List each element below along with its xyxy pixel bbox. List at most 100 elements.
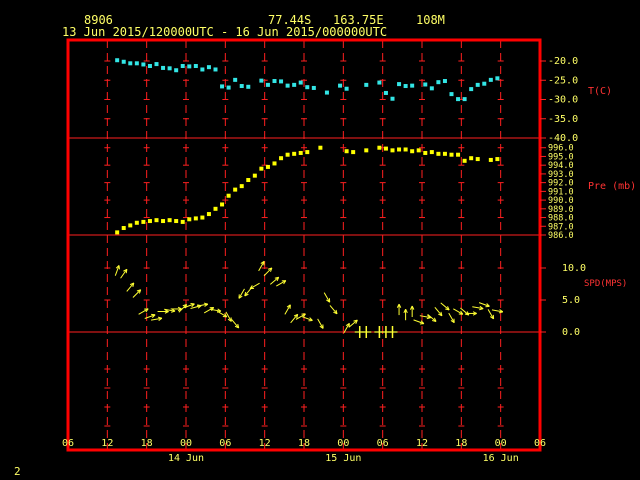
pressure-point — [121, 226, 126, 231]
temperature-point — [167, 66, 172, 71]
wind-vector — [126, 282, 135, 292]
temperature-point — [495, 76, 500, 81]
wind-tick-label: 5.0 — [562, 295, 580, 306]
pressure-point — [397, 147, 402, 152]
wind-vector-head — [479, 308, 484, 311]
wind-vector — [348, 319, 358, 328]
temp-tick-label: -20.0 — [548, 56, 578, 67]
pressure-point — [252, 173, 257, 178]
temperature-point — [279, 79, 284, 84]
wind-vector-head — [426, 317, 431, 320]
pressure-point — [147, 219, 152, 224]
pressure-point — [416, 148, 421, 153]
pressure-point — [141, 219, 146, 224]
wind-vector — [217, 310, 228, 318]
pressure-point — [180, 219, 185, 224]
x-tick-label: 12 — [101, 438, 113, 449]
x-tick-label: 06 — [62, 438, 74, 449]
temperature-point — [147, 64, 152, 69]
wind-vector — [203, 306, 215, 314]
wind-vector — [317, 318, 324, 329]
temperature-point — [233, 77, 238, 82]
temperature-point — [449, 92, 454, 97]
temperature-point — [272, 79, 277, 84]
temperature-point — [161, 65, 166, 70]
wind-vector — [323, 292, 331, 303]
temperature-point — [259, 78, 264, 83]
wind-vector — [114, 265, 120, 276]
wind-vector — [263, 267, 273, 277]
temperature-point — [121, 59, 126, 64]
temperature-point — [115, 58, 120, 63]
pressure-point — [318, 145, 323, 150]
pressure-point — [410, 149, 415, 154]
pressure-point — [488, 157, 493, 162]
x-tick-label: 06 — [377, 438, 389, 449]
pressure-point — [128, 223, 133, 228]
temperature-point — [462, 97, 467, 102]
wind-vector — [409, 305, 415, 318]
pressure-point — [161, 219, 166, 224]
pressure-point — [246, 178, 251, 183]
pressure-point — [292, 151, 297, 156]
wind-vector — [258, 260, 265, 272]
x-day-label: 15 Jun — [325, 453, 361, 464]
pressure-point — [115, 230, 120, 235]
wind-vector — [170, 306, 182, 312]
wind-vector — [329, 305, 338, 315]
pressure-point — [390, 148, 395, 153]
temperature-point — [292, 82, 297, 87]
temp-tick-label: -30.0 — [548, 95, 578, 106]
wind-vector-head — [498, 311, 503, 314]
temperature-point — [469, 87, 474, 92]
pressure-point — [220, 202, 225, 207]
wind-vector — [238, 288, 245, 299]
temperature-point — [220, 84, 225, 89]
temperature-point — [180, 64, 185, 69]
pressure-point — [285, 152, 290, 157]
pressure-point — [259, 166, 264, 171]
temperature-point — [429, 86, 434, 91]
x-tick-label: 06 — [534, 438, 546, 449]
temperature-point — [239, 84, 244, 89]
wind-vector — [249, 282, 260, 290]
temperature-point — [265, 82, 270, 87]
pressure-point — [167, 218, 172, 223]
wind-vector-shaft — [132, 289, 142, 298]
wind-vector — [269, 276, 280, 285]
pressure-point — [475, 157, 480, 162]
temperature-point — [442, 79, 447, 84]
meteogram: -20.0-25.0-30.0-35.0-40.0T(C)996.0995.09… — [62, 38, 636, 464]
wind-vector — [472, 305, 484, 311]
temperature-point — [397, 82, 402, 87]
wind-vector — [284, 304, 291, 315]
pressure-point — [134, 220, 139, 225]
temperature-point — [174, 68, 179, 73]
wind-tick-label: 0.0 — [562, 327, 580, 338]
temperature-point — [377, 80, 382, 85]
pressure-point — [364, 148, 369, 153]
wind-axis-label: SPD(MPS) — [584, 279, 627, 289]
pressure-point — [193, 216, 198, 221]
wind-vector — [120, 268, 128, 279]
wind-vector — [343, 322, 350, 334]
temperature-point — [285, 83, 290, 88]
wind-vector-shaft — [263, 267, 273, 277]
temperature-point — [338, 83, 343, 88]
pressure-point — [442, 151, 447, 156]
x-tick-label: 18 — [298, 438, 310, 449]
wind-vector — [448, 312, 455, 324]
x-tick-label: 18 — [455, 438, 467, 449]
temperature-point — [403, 84, 408, 89]
x-tick-label: 00 — [180, 438, 192, 449]
pressure-point — [305, 150, 310, 155]
wind-vector — [434, 306, 443, 317]
x-day-label: 16 Jun — [483, 453, 519, 464]
temperature-point — [423, 82, 428, 87]
wind-vector — [487, 309, 495, 320]
temperature-point — [488, 77, 493, 82]
pressure-point — [272, 161, 277, 166]
temperature-point — [226, 85, 231, 90]
x-tick-label: 18 — [141, 438, 153, 449]
pressure-point — [226, 193, 231, 198]
